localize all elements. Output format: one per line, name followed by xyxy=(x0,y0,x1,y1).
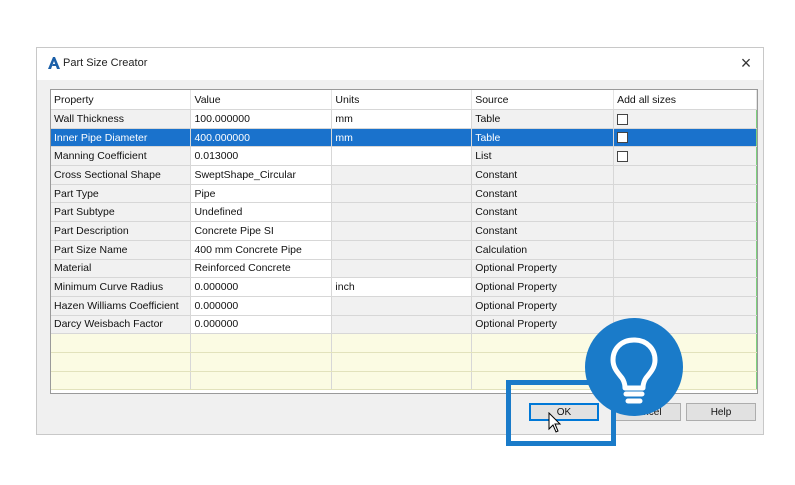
cell-source: Calculation xyxy=(471,240,615,260)
table-row[interactable]: Part Type Pipe Constant xyxy=(51,184,757,204)
cell-source: Optional Property xyxy=(471,259,615,279)
cell-units[interactable]: mm xyxy=(331,128,473,148)
cell-property: Part Type xyxy=(51,184,192,204)
cell-add-all-sizes[interactable] xyxy=(613,128,757,148)
title-bar: Part Size Creator × xyxy=(37,48,763,80)
cell-property: Manning Coefficient xyxy=(51,146,192,167)
cell-property: Cross Sectional Shape xyxy=(51,165,192,185)
empty-cell xyxy=(51,352,192,372)
empty-cell xyxy=(51,371,192,391)
cell-source: Constant xyxy=(471,221,615,241)
table-row[interactable]: Minimum Curve Radius 0.000000 inch Optional… xyxy=(51,277,757,297)
cell-value[interactable]: 0.000000 xyxy=(190,277,333,297)
cell-units[interactable]: inch xyxy=(331,277,473,297)
table-row[interactable]: Part Description Concrete Pipe SI Constant xyxy=(51,221,757,241)
cell-value[interactable]: 400 mm Concrete Pipe xyxy=(190,240,333,260)
cell-source: List xyxy=(471,146,615,167)
cell-property: Part Size Name xyxy=(51,240,192,260)
cell-units xyxy=(331,315,473,335)
cell-value[interactable]: 100.000000 xyxy=(190,109,333,129)
cell-property: Material xyxy=(51,259,192,279)
empty-cell xyxy=(190,371,333,391)
cell-add-all-sizes xyxy=(613,202,757,223)
cell-units xyxy=(331,221,473,241)
mouse-cursor-icon xyxy=(548,412,562,433)
table-row[interactable]: Wall Thickness 100.000000 mm Table xyxy=(51,109,757,129)
cell-property: Part Description xyxy=(51,221,192,241)
cell-add-all-sizes[interactable] xyxy=(613,146,757,167)
cell-property: Minimum Curve Radius xyxy=(51,277,192,297)
add-all-sizes-checkbox[interactable] xyxy=(617,150,629,162)
empty-cell xyxy=(190,352,333,372)
cell-property: Hazen Williams Coefficient xyxy=(51,296,192,316)
cell-source: Optional Property xyxy=(471,296,615,316)
empty-cell xyxy=(51,333,192,353)
table-row[interactable]: Part Size Name 400 mm Concrete Pipe Calcul… xyxy=(51,240,757,260)
empty-cell xyxy=(190,333,333,353)
cell-units xyxy=(331,259,473,279)
table-row[interactable]: Material Reinforced Concrete Optional Prop… xyxy=(51,259,757,279)
cell-value[interactable]: Undefined xyxy=(190,202,333,223)
cell-add-all-sizes xyxy=(613,240,757,260)
cell-units xyxy=(331,240,473,260)
cell-property: Darcy Weisbach Factor xyxy=(51,315,192,335)
cell-source: Constant xyxy=(471,184,615,204)
window-title: Part Size Creator xyxy=(63,57,148,69)
cell-add-all-sizes xyxy=(613,221,757,241)
empty-cell xyxy=(331,352,473,372)
cell-source: Optional Property xyxy=(471,277,615,297)
cell-add-all-sizes xyxy=(613,277,757,297)
cell-units xyxy=(331,202,473,223)
cell-add-all-sizes[interactable] xyxy=(613,109,757,129)
close-button[interactable]: × xyxy=(735,52,757,74)
table-row[interactable]: Manning Coefficient 0.013000 List xyxy=(51,146,757,167)
column-header-add-all-sizes[interactable]: Add all sizes xyxy=(613,90,757,110)
table-row[interactable]: Part Subtype Undefined Constant xyxy=(51,202,757,223)
empty-cell xyxy=(331,333,473,353)
cell-value[interactable]: 0.000000 xyxy=(190,296,333,316)
cell-value[interactable]: 0.000000 xyxy=(190,315,333,335)
cell-add-all-sizes xyxy=(613,259,757,279)
cell-property: Inner Pipe Diameter xyxy=(51,128,192,148)
cell-value[interactable]: 400.000000 xyxy=(190,128,333,148)
cell-source: Constant xyxy=(471,165,615,185)
cell-property: Wall Thickness xyxy=(51,109,192,129)
cell-value[interactable]: Pipe xyxy=(190,184,333,204)
cell-units[interactable]: mm xyxy=(331,109,473,129)
cell-add-all-sizes xyxy=(613,165,757,185)
header-row: Property Value Units Source Add all size… xyxy=(51,90,757,110)
table-row[interactable]: Inner Pipe Diameter 400.000000 mm Table xyxy=(51,128,757,148)
civil3d-a-icon xyxy=(48,57,60,69)
cell-source: Constant xyxy=(471,202,615,223)
table-row[interactable]: Cross Sectional Shape SweptShape_Circular… xyxy=(51,165,757,185)
cell-source: Table xyxy=(471,109,615,129)
column-header-property[interactable]: Property xyxy=(51,90,192,110)
column-header-source[interactable]: Source xyxy=(471,90,615,110)
cell-units xyxy=(331,184,473,204)
cell-value[interactable]: Reinforced Concrete xyxy=(190,259,333,279)
cell-add-all-sizes xyxy=(613,184,757,204)
cell-value[interactable]: 0.013000 xyxy=(190,146,333,167)
cell-value[interactable]: SweptShape_Circular xyxy=(190,165,333,185)
cell-add-all-sizes xyxy=(613,296,757,316)
cell-source: Table xyxy=(471,128,615,148)
cell-units xyxy=(331,296,473,316)
cell-property: Part Subtype xyxy=(51,202,192,223)
column-header-units[interactable]: Units xyxy=(331,90,473,110)
cell-units[interactable] xyxy=(331,146,473,167)
cell-value[interactable]: Concrete Pipe SI xyxy=(190,221,333,241)
add-all-sizes-checkbox[interactable] xyxy=(617,113,629,125)
table-row[interactable]: Hazen Williams Coefficient 0.000000 Option… xyxy=(51,296,757,316)
cell-units xyxy=(331,165,473,185)
add-all-sizes-checkbox[interactable] xyxy=(617,132,629,144)
empty-cell xyxy=(331,371,473,391)
help-button[interactable]: Help xyxy=(686,403,756,421)
column-header-value[interactable]: Value xyxy=(190,90,333,110)
